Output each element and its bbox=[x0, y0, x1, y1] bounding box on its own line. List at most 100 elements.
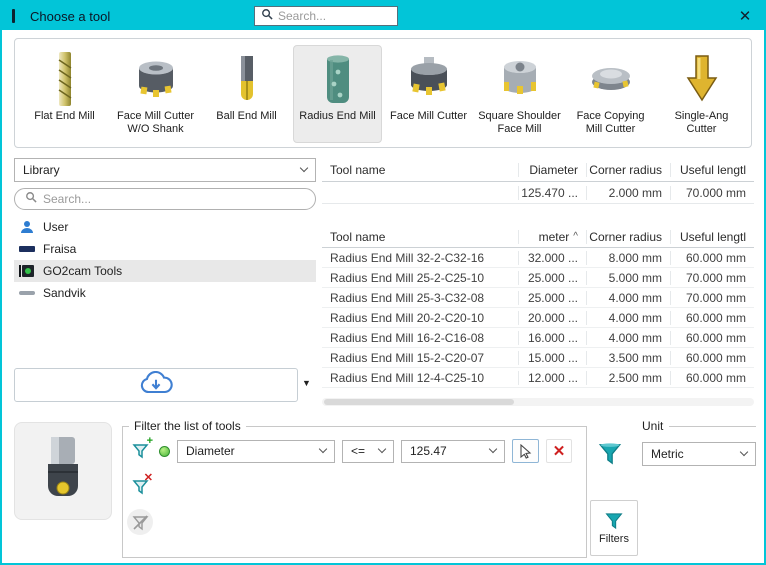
tool-name-cell: Radius End Mill 32-2-C32-16 bbox=[322, 251, 518, 265]
go2cam-logo-icon bbox=[18, 264, 36, 278]
title-bar: Choose a tool ✕ bbox=[2, 2, 764, 30]
selection-table: Tool name Diameter Corner radius Useful … bbox=[322, 158, 754, 204]
table-row[interactable]: Radius End Mill 25-2-C25-10 25.000 ... 5… bbox=[322, 268, 754, 288]
table-row[interactable]: Radius End Mill 12-4-C25-10 12.000 ... 2… bbox=[322, 368, 754, 388]
diameter-cell: 15.000 ... bbox=[518, 351, 586, 365]
tool-preview-image bbox=[34, 433, 92, 509]
titlebar-search-input[interactable] bbox=[278, 9, 391, 23]
face-copying-mill-cutter-icon bbox=[589, 48, 633, 110]
chevron-down-icon bbox=[300, 164, 308, 172]
unit-dropdown[interactable]: Metric bbox=[642, 442, 756, 466]
square-shoulder-face-mill-icon bbox=[500, 48, 540, 110]
library-dropdown[interactable]: Library bbox=[14, 158, 316, 182]
titlebar-search[interactable] bbox=[254, 6, 398, 26]
disable-filter-button[interactable] bbox=[127, 509, 153, 535]
tool-type-radius-end-mill[interactable]: Radius End Mill bbox=[293, 45, 382, 143]
tool-type-label: Flat End Mill bbox=[34, 110, 95, 123]
useful-length-cell: 70.000 mm bbox=[670, 186, 754, 200]
face-mill-wo-shank-icon bbox=[135, 48, 177, 110]
library-item-user[interactable]: User bbox=[14, 216, 316, 238]
useful-length-cell: 60.000 mm bbox=[670, 311, 754, 325]
table-row[interactable]: 125.470 ... 2.000 mm 70.000 mm bbox=[322, 182, 754, 204]
download-library-button[interactable] bbox=[14, 368, 298, 402]
results-table: Tool name meter^ Corner radius Useful le… bbox=[322, 226, 754, 388]
cross-icon: ✕ bbox=[553, 442, 566, 460]
choose-a-tool-dialog: Choose a tool ✕ Flat End Mill Face Mill … bbox=[0, 0, 766, 565]
table-row[interactable]: Radius End Mill 15-2-C20-07 15.000 ... 3… bbox=[322, 348, 754, 368]
library-search[interactable] bbox=[14, 188, 316, 210]
divider bbox=[669, 426, 756, 427]
library-item-go2cam-tools[interactable]: GO2cam Tools bbox=[14, 260, 316, 282]
pick-value-button[interactable] bbox=[512, 439, 539, 463]
diameter-cell: 12.000 ... bbox=[518, 371, 586, 385]
search-icon bbox=[261, 7, 273, 25]
tool-type-label: Square Shoulder Face Mill bbox=[477, 110, 562, 136]
tool-type-label: Face Copying Mill Cutter bbox=[568, 110, 653, 136]
apply-filter-button[interactable] bbox=[594, 438, 626, 470]
plus-icon: + bbox=[147, 435, 153, 447]
diameter-cell: 20.000 ... bbox=[518, 311, 586, 325]
useful-length-cell: 60.000 mm bbox=[670, 331, 754, 345]
tool-preview bbox=[14, 422, 112, 520]
filters-button[interactable]: Filters bbox=[590, 500, 638, 556]
tool-type-square-shoulder-face-mill[interactable]: Square Shoulder Face Mill bbox=[475, 45, 564, 143]
tool-type-face-mill-cutter[interactable]: Face Mill Cutter bbox=[384, 45, 473, 143]
diameter-cell: 25.000 ... bbox=[518, 271, 586, 285]
tool-name-cell: Radius End Mill 16-2-C16-08 bbox=[322, 331, 518, 345]
table-row[interactable]: Radius End Mill 32-2-C32-16 32.000 ... 8… bbox=[322, 248, 754, 268]
useful-length-cell: 60.000 mm bbox=[670, 371, 754, 385]
sort-ascending-icon: ^ bbox=[573, 231, 578, 242]
chevron-down-icon bbox=[378, 445, 386, 453]
cursor-arrow-icon bbox=[519, 444, 532, 459]
tool-type-single-angle-cutter[interactable]: Single-Ang Cutter bbox=[657, 45, 746, 143]
filter-field-dropdown[interactable]: Diameter bbox=[177, 440, 335, 463]
tool-type-label: Single-Ang Cutter bbox=[659, 110, 744, 136]
library-list: User Fraisa GO2cam Tools Sandvik bbox=[14, 216, 316, 304]
col-useful-length[interactable]: Useful lengtl bbox=[670, 230, 754, 244]
tool-type-face-copying-mill-cutter[interactable]: Face Copying Mill Cutter bbox=[566, 45, 655, 143]
remove-filter-button[interactable]: ✕ bbox=[127, 473, 153, 499]
library-item-fraisa[interactable]: Fraisa bbox=[14, 238, 316, 260]
download-dropdown-arrow-icon[interactable]: ▼ bbox=[302, 378, 311, 388]
corner-radius-cell: 4.000 mm bbox=[586, 311, 670, 325]
user-icon bbox=[18, 220, 36, 234]
filter-row: Diameter <= 125.47 ✕ bbox=[159, 439, 572, 463]
library-search-input[interactable] bbox=[43, 192, 305, 206]
col-diameter-sorted[interactable]: meter^ bbox=[518, 230, 586, 244]
table-row[interactable]: Radius End Mill 20-2-C20-10 20.000 ... 4… bbox=[322, 308, 754, 328]
table-row[interactable]: Radius End Mill 25-3-C32-08 25.000 ... 4… bbox=[322, 288, 754, 308]
corner-radius-cell: 3.500 mm bbox=[586, 351, 670, 365]
tool-name-cell: Radius End Mill 15-2-C20-07 bbox=[322, 351, 518, 365]
tool-type-face-mill-wo-shank[interactable]: Face Mill Cutter W/O Shank bbox=[111, 45, 200, 143]
funnel-slash-icon bbox=[132, 514, 149, 531]
library-item-label: Sandvik bbox=[43, 286, 86, 300]
cloud-download-icon bbox=[139, 371, 173, 399]
library-item-label: User bbox=[43, 220, 68, 234]
corner-radius-cell: 2.000 mm bbox=[586, 186, 670, 200]
single-angle-cutter-icon bbox=[685, 48, 719, 110]
close-icon[interactable]: ✕ bbox=[736, 7, 754, 25]
corner-radius-cell: 4.000 mm bbox=[586, 291, 670, 305]
filter-buttons-column: + ✕ bbox=[127, 437, 153, 535]
add-filter-button[interactable]: + bbox=[127, 437, 153, 463]
filter-value-combobox[interactable]: 125.47 bbox=[401, 440, 505, 463]
scrollbar-thumb[interactable] bbox=[324, 399, 514, 405]
library-item-sandvik[interactable]: Sandvik bbox=[14, 282, 316, 304]
tool-type-ball-end-mill[interactable]: Ball End Mill bbox=[202, 45, 291, 143]
clear-filter-button[interactable]: ✕ bbox=[546, 439, 572, 463]
tool-name-cell: Radius End Mill 20-2-C20-10 bbox=[322, 311, 518, 325]
tool-type-label: Face Mill Cutter W/O Shank bbox=[113, 110, 198, 136]
corner-radius-cell: 5.000 mm bbox=[586, 271, 670, 285]
filter-operator-dropdown[interactable]: <= bbox=[342, 440, 394, 463]
tool-name-cell: Radius End Mill 12-4-C25-10 bbox=[322, 371, 518, 385]
col-tool-name: Tool name bbox=[322, 163, 518, 177]
col-tool-name[interactable]: Tool name bbox=[322, 230, 518, 244]
horizontal-scrollbar[interactable] bbox=[322, 398, 754, 406]
table-row[interactable]: Radius End Mill 16-2-C16-08 16.000 ... 4… bbox=[322, 328, 754, 348]
tool-type-label: Ball End Mill bbox=[216, 110, 277, 123]
col-corner-radius[interactable]: Corner radius bbox=[586, 230, 670, 244]
tool-type-flat-end-mill[interactable]: Flat End Mill bbox=[20, 45, 109, 143]
col-corner-radius: Corner radius bbox=[586, 163, 670, 177]
chevron-down-icon bbox=[319, 445, 327, 453]
dialog-title: Choose a tool bbox=[30, 9, 110, 24]
